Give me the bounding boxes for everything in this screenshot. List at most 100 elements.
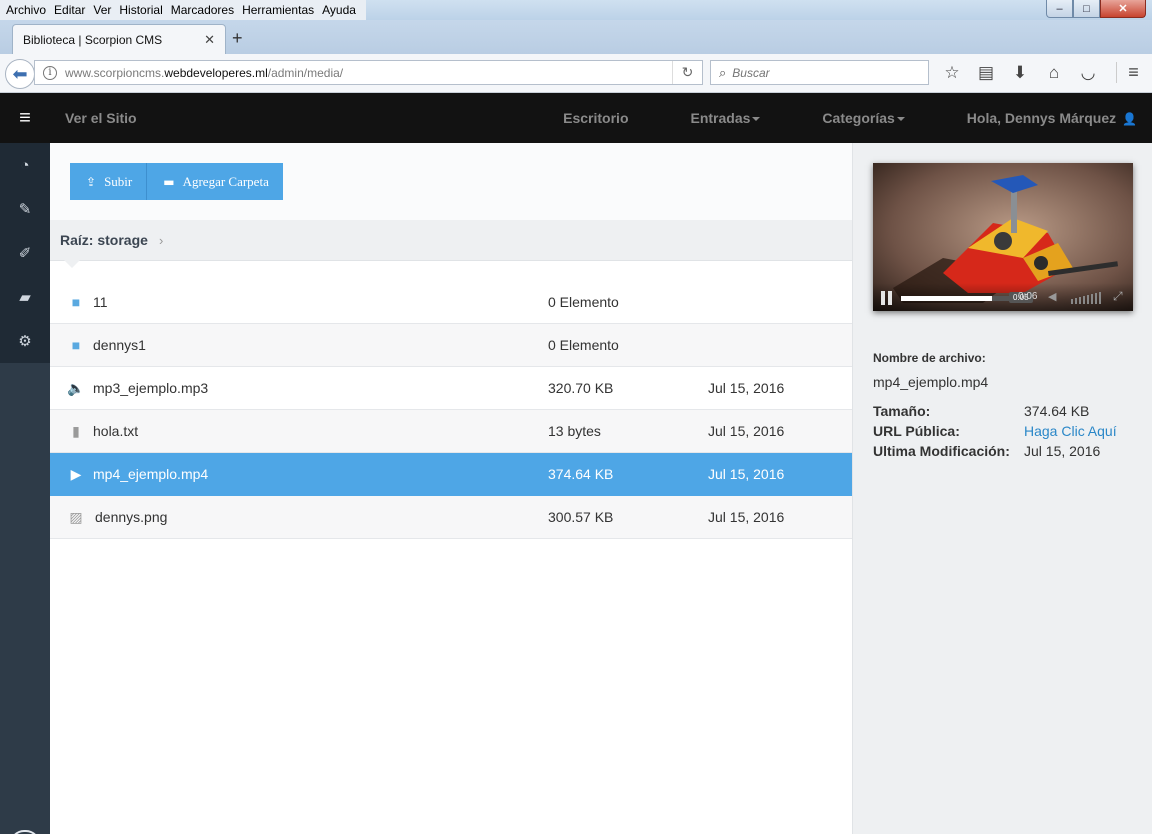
file-size: 374.64 KB bbox=[548, 466, 614, 482]
nav-right: Escritorio Entradas Categorías Hola, Den… bbox=[501, 93, 1137, 144]
minimize-button[interactable]: – bbox=[1046, 0, 1073, 18]
file-row[interactable]: ■ dennys1 0 Elemento bbox=[50, 324, 852, 367]
bookmark-star-icon[interactable]: ☆ bbox=[935, 62, 969, 84]
metadata-table: Tamaño: 374.64 KB URL Pública: Haga Clic… bbox=[873, 401, 1117, 461]
nav-escritorio[interactable]: Escritorio bbox=[532, 93, 628, 144]
hamburger-icon[interactable]: ≡ bbox=[0, 93, 50, 143]
file-size: 0 Elemento bbox=[548, 294, 619, 310]
nav-user[interactable]: Hola, Dennys Márquez 👤 bbox=[936, 93, 1137, 144]
url-text[interactable]: www.scorpioncms.webdeveloperes.ml/admin/… bbox=[65, 66, 672, 80]
sidebar-menu: ◔ ✎ ✐ ▰ ⚙ bbox=[0, 143, 50, 363]
size-value: 374.64 KB bbox=[1024, 403, 1090, 419]
file-details-panel: 0:05 0:06 ◀ ⤢ Nombre de archivo: mp4_eje… bbox=[852, 143, 1152, 834]
upload-label: Subir bbox=[104, 173, 133, 189]
menu-herramientas[interactable]: Herramientas bbox=[240, 0, 320, 20]
file-name: dennys.png bbox=[95, 509, 168, 525]
file-row[interactable]: ■ 11 0 Elemento bbox=[50, 281, 852, 324]
audio-file-icon: 🔈 bbox=[67, 380, 85, 396]
dashboard-icon[interactable]: ◔ bbox=[0, 143, 50, 187]
file-list: ■ 11 0 Elemento ■ dennys1 0 Elemento 🔈 m… bbox=[50, 281, 852, 539]
fullscreen-icon[interactable]: ⤢ bbox=[1113, 289, 1123, 304]
file-name: hola.txt bbox=[93, 423, 139, 439]
file-row[interactable]: ▨ dennys.png 300.57 KB Jul 15, 2016 bbox=[50, 496, 852, 539]
breadcrumb-root[interactable]: Raíz: storage bbox=[60, 220, 148, 261]
volume-icon[interactable]: ◀ bbox=[1048, 290, 1056, 303]
file-row[interactable]: ▮ hola.txt 13 bytes Jul 15, 2016 bbox=[50, 410, 852, 453]
file-row[interactable]: 🔈 mp3_ejemplo.mp3 320.70 KB Jul 15, 2016 bbox=[50, 367, 852, 410]
edit-icon[interactable]: ✎ bbox=[0, 187, 50, 231]
reading-list-icon[interactable]: ▤ bbox=[969, 62, 1003, 84]
modified-value: Jul 15, 2016 bbox=[1024, 443, 1101, 459]
url-path: /admin/media/ bbox=[267, 65, 344, 80]
menu-editar[interactable]: Editar bbox=[52, 0, 91, 20]
folder-open-icon[interactable]: ▰ bbox=[0, 275, 50, 319]
pocket-icon[interactable]: ◡ bbox=[1071, 62, 1105, 84]
video-file-icon: ▶ bbox=[70, 466, 82, 482]
back-arrow-icon[interactable]: ⬅ bbox=[5, 59, 35, 89]
menu-historial[interactable]: Historial bbox=[117, 0, 168, 20]
nav-escritorio-label: Escritorio bbox=[563, 110, 629, 126]
tab-close-icon[interactable]: ✕ bbox=[204, 32, 215, 48]
upload-button[interactable]: ⇪ Subir bbox=[70, 163, 148, 200]
nav-entradas[interactable]: Entradas bbox=[660, 93, 761, 144]
menu-ayuda[interactable]: Ayuda bbox=[320, 0, 362, 20]
image-file-icon: ▨ bbox=[69, 509, 83, 525]
media-library: ⇪ Subir ▬ Agregar Carpeta Raíz: storage … bbox=[50, 143, 852, 834]
file-name: 11 bbox=[93, 294, 108, 310]
reload-icon[interactable]: ↻ bbox=[672, 61, 702, 84]
menu-marcadores[interactable]: Marcadores bbox=[169, 0, 240, 20]
folder-icon: ■ bbox=[71, 337, 81, 353]
window-controls: – □ ✕ bbox=[1046, 0, 1146, 18]
add-folder-button[interactable]: ▬ Agregar Carpeta bbox=[147, 163, 283, 200]
tab-title: Biblioteca | Scorpion CMS bbox=[23, 32, 163, 47]
progress-bar[interactable]: 0:05 bbox=[901, 292, 1033, 303]
volume-slider[interactable] bbox=[1071, 292, 1103, 304]
action-bar: ⇪ Subir ▬ Agregar Carpeta bbox=[50, 143, 852, 220]
search-bar[interactable]: ⌕ bbox=[710, 60, 929, 85]
home-icon[interactable]: ⌂ bbox=[1037, 62, 1071, 84]
file-size: 0 Elemento bbox=[548, 337, 619, 353]
close-window-button[interactable]: ✕ bbox=[1100, 0, 1146, 18]
current-time: 0:06 bbox=[1018, 291, 1038, 302]
tab-strip: Biblioteca | Scorpion CMS ✕ + bbox=[0, 20, 1152, 54]
meta-row-url: URL Pública: Haga Clic Aquí bbox=[873, 421, 1117, 441]
avatar[interactable] bbox=[10, 830, 40, 834]
brush-icon[interactable]: ✐ bbox=[0, 231, 50, 275]
file-name: dennys1 bbox=[93, 337, 146, 353]
new-tab-icon[interactable]: + bbox=[232, 28, 243, 49]
browser-menu-icon[interactable]: ≡ bbox=[1116, 62, 1144, 83]
info-icon[interactable]: i bbox=[43, 65, 57, 80]
search-icon: ⌕ bbox=[719, 64, 727, 80]
menu-ver[interactable]: Ver bbox=[91, 0, 117, 20]
view-site-link[interactable]: Ver el Sitio bbox=[65, 93, 137, 143]
tab-biblioteca[interactable]: Biblioteca | Scorpion CMS ✕ bbox=[12, 24, 226, 54]
file-date: Jul 15, 2016 bbox=[708, 509, 785, 525]
size-label: Tamaño: bbox=[873, 403, 931, 419]
url-bar[interactable]: i www.scorpioncms.webdeveloperes.ml/admi… bbox=[34, 60, 703, 85]
url-label: URL Pública: bbox=[873, 423, 960, 439]
url-domain: webdeveloperes.ml bbox=[164, 65, 268, 80]
folder-icon: ■ bbox=[71, 294, 81, 310]
player-controls: 0:05 0:06 ◀ ⤢ bbox=[873, 283, 1133, 311]
file-date: Jul 15, 2016 bbox=[708, 423, 785, 439]
file-metadata: Nombre de archivo: mp4_ejemplo.mp4 Tamañ… bbox=[873, 351, 1133, 461]
settings-icon[interactable]: ⚙ bbox=[0, 319, 50, 363]
progress-fill bbox=[901, 296, 993, 301]
nav-categorias[interactable]: Categorías bbox=[791, 93, 905, 144]
browser-menubar: Archivo Editar Ver Historial Marcadores … bbox=[0, 0, 1152, 20]
file-size: 320.70 KB bbox=[548, 380, 614, 396]
download-icon[interactable]: ⬇ bbox=[1003, 62, 1037, 84]
nav-user-label: Hola, Dennys Márquez bbox=[966, 110, 1117, 126]
maximize-button[interactable]: □ bbox=[1073, 0, 1100, 18]
pause-icon[interactable] bbox=[881, 291, 893, 305]
caret-down-icon bbox=[752, 117, 761, 122]
folder-icon: ▬ bbox=[163, 174, 175, 189]
video-player[interactable]: 0:05 0:06 ◀ ⤢ bbox=[873, 163, 1133, 311]
public-url-link[interactable]: Haga Clic Aquí bbox=[1024, 423, 1117, 439]
meta-row-size: Tamaño: 374.64 KB bbox=[873, 401, 1117, 421]
search-input[interactable] bbox=[732, 65, 928, 80]
file-row-selected[interactable]: ▶ mp4_ejemplo.mp4 374.64 KB Jul 15, 2016 bbox=[50, 453, 852, 496]
menu-archivo[interactable]: Archivo bbox=[4, 0, 52, 20]
file-size: 13 bytes bbox=[548, 423, 601, 439]
file-size: 300.57 KB bbox=[548, 509, 614, 525]
